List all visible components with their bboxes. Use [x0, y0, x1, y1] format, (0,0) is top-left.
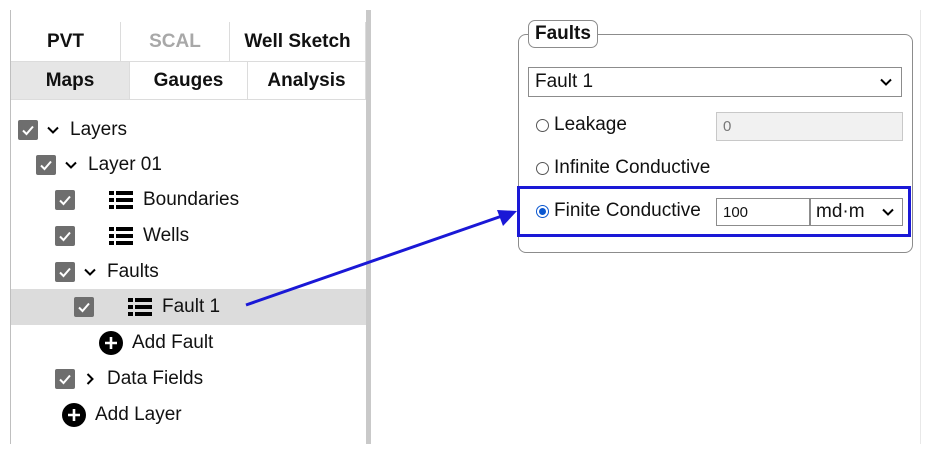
annotation-arrow [245, 210, 517, 307]
